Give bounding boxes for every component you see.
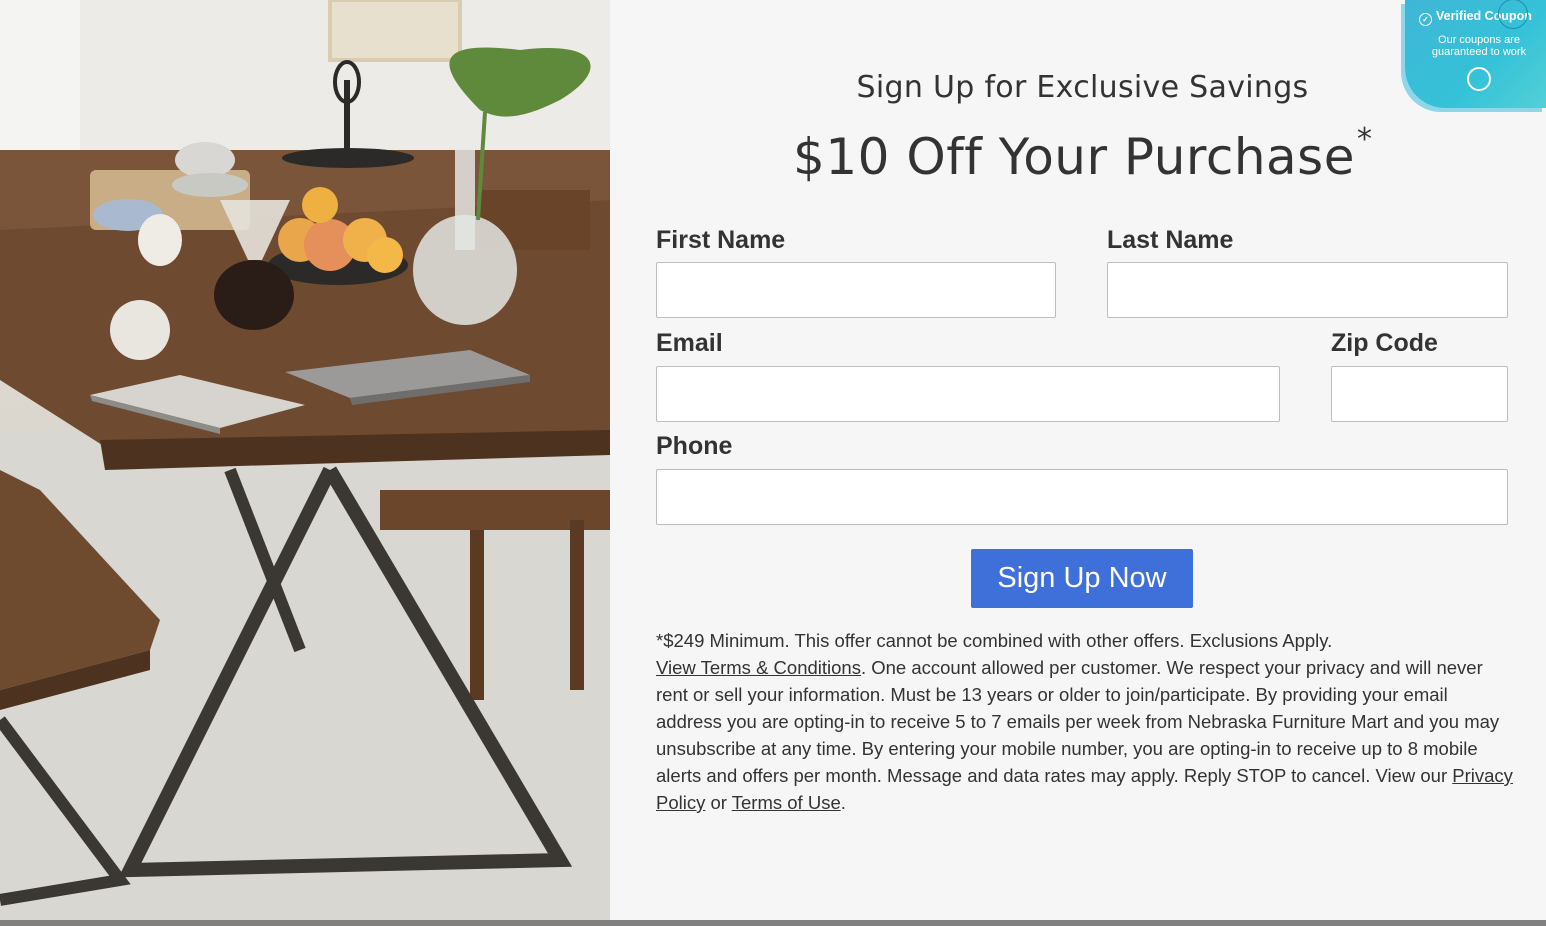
last-name-field[interactable] — [1107, 262, 1508, 318]
terms-conditions-link[interactable]: View Terms & Conditions — [656, 657, 861, 678]
sign-up-now-button[interactable]: Sign Up Now — [971, 549, 1193, 608]
first-name-field[interactable] — [656, 262, 1056, 318]
coupon-badge-icon — [1467, 67, 1491, 91]
signup-panel: Sign Up for Exclusive Savings $10 Off Yo… — [610, 0, 1546, 920]
disclaimer-end: . — [840, 792, 846, 813]
bottom-bar — [0, 920, 1546, 926]
close-icon[interactable] — [1498, 0, 1528, 29]
last-name-label: Last Name — [1107, 226, 1234, 254]
offer-headline: $10 Off Your Purchase * — [610, 122, 1538, 186]
email-field[interactable] — [656, 366, 1280, 422]
phone-field[interactable] — [656, 469, 1508, 525]
dining-table-photo — [0, 0, 610, 920]
check-circle-icon: ✓ — [1419, 13, 1432, 26]
offer-disclaimer: *$249 Minimum. This offer cannot be comb… — [656, 627, 1516, 816]
phone-label: Phone — [656, 432, 733, 460]
verified-coupon-subtitle: Our coupons are guaranteed to work — [1431, 34, 1527, 58]
zip-code-label: Zip Code — [1331, 329, 1438, 357]
disclaimer-or-text: or — [705, 792, 732, 813]
verified-coupon-badge[interactable]: ✓ Verified Coupon Our coupons are guarant… — [1405, 0, 1546, 108]
first-name-label: First Name — [656, 226, 786, 254]
disclaimer-minimum-text: *$249 Minimum. This offer cannot be comb… — [656, 630, 1333, 651]
terms-of-use-link[interactable]: Terms of Use — [732, 792, 841, 813]
offer-headline-text: $10 Off Your Purchase — [793, 128, 1355, 186]
email-label: Email — [656, 329, 723, 357]
offer-asterisk: * — [1356, 122, 1373, 157]
zip-code-field[interactable] — [1331, 366, 1508, 422]
hero-image — [0, 0, 610, 920]
